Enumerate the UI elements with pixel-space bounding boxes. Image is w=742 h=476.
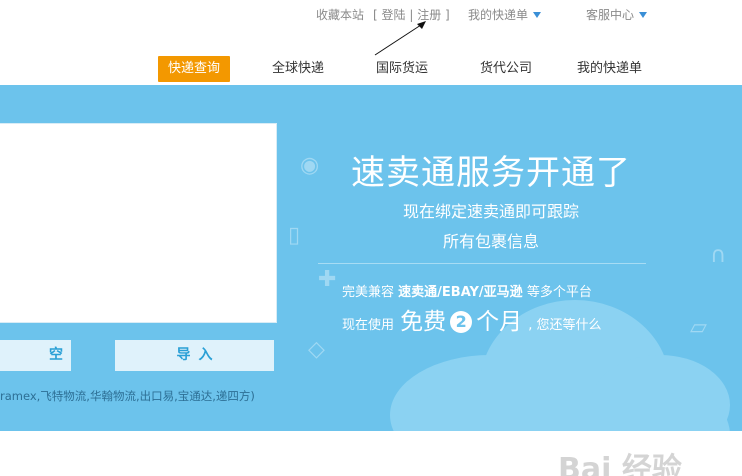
- bag-icon: ◇: [308, 337, 325, 362]
- import-button[interactable]: 导入: [115, 340, 274, 371]
- promo-banner: ◉ ▯ ✚ ◇ ∩ ▱ 空 导入 ramex,飞特物流,华翰物流,出口易,宝通达…: [0, 85, 742, 431]
- headphones-icon: ∩: [710, 243, 727, 268]
- tracking-number-input[interactable]: [0, 123, 277, 323]
- banner-subtitle-2: 所有包裹信息: [442, 232, 539, 251]
- top-links-bar: 收藏本站 [ 登陆 | 注册 ] 我的快递单 客服中心: [0, 6, 742, 22]
- usb-icon: ▱: [690, 315, 707, 340]
- my-orders-dropdown[interactable]: 我的快递单: [468, 6, 542, 23]
- free-unit: 个月: [476, 309, 523, 335]
- cloud-decoration: [400, 395, 730, 431]
- service-center-dropdown[interactable]: 客服中心: [586, 6, 648, 23]
- main-nav: 快递查询 全球快递 国际货运 货代公司 我的快递单: [0, 56, 742, 82]
- nav-tab-international-freight[interactable]: 国际货运: [376, 56, 428, 82]
- nav-tab-my-orders[interactable]: 我的快递单: [577, 56, 642, 82]
- clear-button[interactable]: 空: [0, 340, 71, 371]
- compat-suffix: 等多个平台: [526, 285, 592, 300]
- chevron-down-icon: [533, 12, 542, 18]
- free-months-number: 2: [450, 311, 473, 333]
- divider: [318, 263, 646, 264]
- favorite-link[interactable]: 收藏本站: [316, 6, 364, 23]
- compat-prefix: 完美兼容: [342, 285, 395, 300]
- free-suffix: , 您还等什么: [528, 318, 602, 333]
- chevron-down-icon: [639, 12, 648, 18]
- annotation-arrow-icon: [374, 21, 426, 56]
- free-offer-line: 现在使用 免费 2 个月 , 您还等什么: [342, 307, 602, 337]
- gamepad-icon: ✚: [318, 267, 337, 292]
- banner-headline: 速卖通服务开通了: [351, 153, 631, 193]
- supported-carriers-text: ramex,飞特物流,华翰物流,出口易,宝通达,递四方): [0, 389, 255, 403]
- baidu-watermark: Bai 经验: [558, 452, 682, 476]
- page: 收藏本站 [ 登陆 | 注册 ] 我的快递单 客服中心 快递查询 全球快递 国际…: [0, 0, 742, 476]
- my-orders-label: 我的快递单: [468, 8, 529, 22]
- free-prefix: 现在使用: [342, 318, 395, 333]
- nav-tab-forwarders[interactable]: 货代公司: [480, 56, 532, 82]
- free-word: 免费: [400, 309, 447, 335]
- compat-platforms: 速卖通/EBAY/亚马逊: [398, 285, 523, 300]
- nav-tab-global-express[interactable]: 全球快递: [272, 56, 324, 82]
- nav-tab-express-query[interactable]: 快递查询: [158, 56, 231, 82]
- compat-line: 完美兼容 速卖通/EBAY/亚马逊 等多个平台: [342, 281, 592, 300]
- service-center-label: 客服中心: [586, 8, 635, 22]
- banner-subtitle-1: 现在绑定速卖通即可跟踪: [402, 202, 579, 221]
